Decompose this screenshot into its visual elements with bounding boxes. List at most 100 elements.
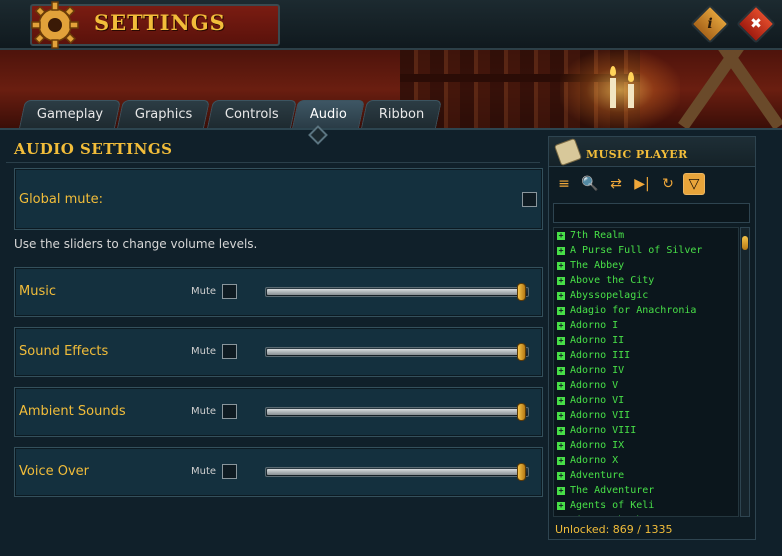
music-track-list[interactable]: +7th Realm + A Purse Full of Silver + The Ab… xyxy=(553,227,739,517)
track-name: Adventure xyxy=(570,470,625,481)
track-item[interactable]: + Adorno X xyxy=(554,453,738,468)
add-track-icon[interactable]: + xyxy=(557,517,565,518)
music-label: Music xyxy=(19,284,56,299)
add-track-icon[interactable]: + xyxy=(557,456,565,465)
sound-effects-mute-checkbox[interactable] xyxy=(222,344,237,359)
window-title: SETTINGS xyxy=(94,10,226,35)
music-mute-checkbox[interactable] xyxy=(222,284,237,299)
music-player-header: MUSIC PLAYER xyxy=(549,137,755,167)
track-name: The Abbey xyxy=(570,260,625,271)
track-name: 7th Realm xyxy=(570,230,625,241)
track-name: Adorno VII xyxy=(570,410,631,421)
add-track-icon[interactable]: + xyxy=(557,336,565,345)
add-track-icon[interactable]: + xyxy=(557,291,565,300)
music-search-input[interactable] xyxy=(553,203,750,223)
track-name: Adorno X xyxy=(570,455,619,466)
ambient-sounds-volume-row: Ambient Sounds Mute xyxy=(14,387,543,437)
skip-icon: ▶| xyxy=(634,176,650,192)
close-icon: ✖ xyxy=(750,16,762,32)
add-track-icon[interactable]: + xyxy=(557,366,565,375)
track-item[interactable]: + Adorno VI xyxy=(554,393,738,408)
add-track-icon[interactable]: + xyxy=(557,276,565,285)
tab-graphics[interactable]: Graphics xyxy=(117,100,211,128)
sound-effects-volume-handle[interactable] xyxy=(517,343,526,361)
scene-flame xyxy=(610,66,616,76)
shuffle-icon: ⇄ xyxy=(610,176,622,192)
shuffle-button[interactable]: ⇄ xyxy=(605,173,627,195)
search-button[interactable]: 🔍 xyxy=(579,173,601,195)
add-track-icon[interactable]: + xyxy=(557,351,565,360)
music-player-title: MUSIC PLAYER xyxy=(586,148,688,161)
ambient-sounds-volume-handle[interactable] xyxy=(517,403,526,421)
add-track-icon[interactable]: + xyxy=(557,441,565,450)
music-volume-slider[interactable] xyxy=(265,283,529,301)
sound-effects-volume-fill xyxy=(267,349,521,355)
ambient-sounds-volume-fill xyxy=(267,409,521,415)
track-name: Adorno II xyxy=(570,335,625,346)
track-item[interactable]: + Agents of Keli xyxy=(554,498,738,513)
music-volume-row: Music Mute xyxy=(14,267,543,317)
track-name: Agents of Keli xyxy=(570,500,655,511)
add-track-icon[interactable]: + xyxy=(557,381,565,390)
voice-over-mute-label: Mute xyxy=(191,466,217,477)
track-item[interactable]: + Adorno VII xyxy=(554,408,738,423)
track-item[interactable]: + Adorno IX xyxy=(554,438,738,453)
track-item[interactable]: + Abyssopelagic xyxy=(554,288,738,303)
add-track-icon[interactable]: + xyxy=(557,396,565,405)
tab-gameplay[interactable]: Gameplay xyxy=(19,100,122,128)
track-item[interactable]: + Adorno V xyxy=(554,378,738,393)
track-item[interactable]: + Adorno VIII xyxy=(554,423,738,438)
scene-candle-glow xyxy=(560,50,680,128)
track-item[interactable]: + The Adventurer xyxy=(554,483,738,498)
track-item[interactable]: + Adorno I xyxy=(554,318,738,333)
add-track-icon[interactable]: + xyxy=(557,306,565,315)
add-track-icon[interactable]: + xyxy=(557,411,565,420)
music-volume-handle[interactable] xyxy=(517,283,526,301)
track-item[interactable]: +7th Realm xyxy=(554,228,738,243)
tab-audio[interactable]: Audio xyxy=(292,100,366,128)
loop-button[interactable]: ↻ xyxy=(657,173,679,195)
track-list-scroll-thumb[interactable] xyxy=(742,236,748,250)
global-mute-checkbox[interactable] xyxy=(522,192,537,207)
track-item[interactable]: + Aivat Ambush xyxy=(554,513,738,518)
voice-over-volume-slider[interactable] xyxy=(265,463,529,481)
track-name: Adorno III xyxy=(570,350,631,361)
add-track-icon[interactable]: + xyxy=(557,246,565,255)
playlist-button[interactable]: ≡ xyxy=(553,173,575,195)
scene-candle xyxy=(610,78,616,108)
track-item[interactable]: + A Purse Full of Silver xyxy=(554,243,738,258)
track-name: Aivat Ambush xyxy=(570,515,642,516)
ambient-sounds-mute-checkbox[interactable] xyxy=(222,404,237,419)
add-track-icon[interactable]: + xyxy=(557,471,565,480)
track-item[interactable]: + Adorno III xyxy=(554,348,738,363)
sound-effects-volume-slider[interactable] xyxy=(265,343,529,361)
track-item[interactable]: + Adventure xyxy=(554,468,738,483)
track-item[interactable]: + The Abbey xyxy=(554,258,738,273)
add-track-icon[interactable]: + xyxy=(557,231,565,240)
track-item[interactable]: + Adagio for Anachronia xyxy=(554,303,738,318)
track-name: The Adventurer xyxy=(570,485,655,496)
add-track-icon[interactable]: + xyxy=(557,486,565,495)
track-item[interactable]: + Adorno II xyxy=(554,333,738,348)
add-track-icon[interactable]: + xyxy=(557,321,565,330)
playlist-icon: ≡ xyxy=(558,176,570,192)
track-name: Abyssopelagic xyxy=(570,290,649,301)
track-item[interactable]: + Adorno IV xyxy=(554,363,738,378)
voice-over-mute-checkbox[interactable] xyxy=(222,464,237,479)
search-icon: 🔍 xyxy=(581,176,599,192)
sound-effects-volume-row: Sound Effects Mute xyxy=(14,327,543,377)
filter-button[interactable]: ▽ xyxy=(683,173,705,195)
track-item[interactable]: + Above the City xyxy=(554,273,738,288)
scene-candle xyxy=(628,84,634,108)
add-track-icon[interactable]: + xyxy=(557,501,565,510)
tab-ribbon[interactable]: Ribbon xyxy=(361,100,443,128)
track-list-scrollbar[interactable] xyxy=(740,227,750,517)
ambient-sounds-volume-slider[interactable] xyxy=(265,403,529,421)
sound-effects-mute-label: Mute xyxy=(191,346,217,357)
section-divider xyxy=(6,162,540,163)
tab-controls[interactable]: Controls xyxy=(206,100,297,128)
skip-button[interactable]: ▶| xyxy=(631,173,653,195)
add-track-icon[interactable]: + xyxy=(557,426,565,435)
add-track-icon[interactable]: + xyxy=(557,261,565,270)
voice-over-volume-handle[interactable] xyxy=(517,463,526,481)
